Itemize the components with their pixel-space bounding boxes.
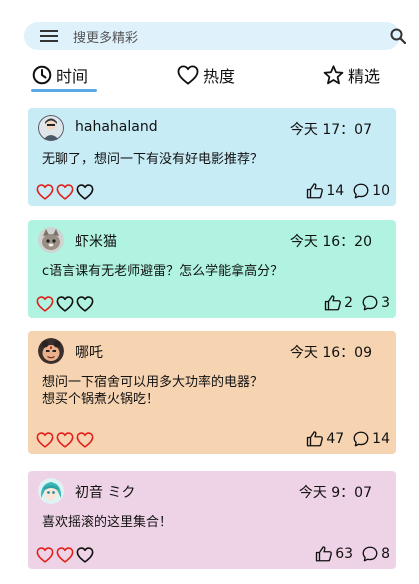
post-card[interactable]: hahahaland 今天 17：07 无聊了，想问一下有没有好电影推荐？ 14… xyxy=(28,108,396,206)
search-input[interactable]: 搜更多精彩 xyxy=(73,27,138,46)
tab-time-label: 时间 xyxy=(56,67,89,86)
thumbs-up-icon[interactable] xyxy=(315,545,333,563)
heart-filled-icon[interactable] xyxy=(36,296,54,312)
post-stats: 2 3 xyxy=(324,294,390,312)
post-time: 今天 16：09 xyxy=(289,345,372,361)
comment-icon[interactable] xyxy=(361,545,379,563)
heart-filled-icon[interactable] xyxy=(76,432,94,448)
comment-icon[interactable] xyxy=(352,430,370,448)
thumbs-up-icon[interactable] xyxy=(306,182,324,200)
heart-outline-icon[interactable] xyxy=(76,547,94,563)
post-stats: 14 10 xyxy=(306,182,390,200)
post-card[interactable]: 虾米猫 今天 16：20 c语言课有无老师避雷？怎么学能拿高分？ 2 3 xyxy=(28,220,396,318)
heart-outline-icon[interactable] xyxy=(56,296,74,312)
username[interactable]: 虾米猫 xyxy=(75,231,117,251)
heart-outline-icon[interactable] xyxy=(76,296,94,312)
search-icon[interactable] xyxy=(390,28,406,44)
hamburger-menu-icon[interactable] xyxy=(40,30,58,42)
heart-filled-icon[interactable] xyxy=(36,184,54,200)
heart-rating[interactable] xyxy=(36,432,94,448)
like-count: 47 xyxy=(326,431,345,447)
avatar-image xyxy=(38,338,64,364)
tab-time[interactable]: 时间 xyxy=(32,62,88,88)
comment-count: 3 xyxy=(381,295,390,311)
avatar[interactable] xyxy=(38,115,64,141)
avatar-image xyxy=(38,478,64,504)
heart-outline-icon xyxy=(177,65,199,85)
comment-icon[interactable] xyxy=(352,182,370,200)
avatar[interactable] xyxy=(38,227,64,253)
thumbs-up-icon[interactable] xyxy=(324,294,342,312)
heart-rating[interactable] xyxy=(36,547,94,563)
post-content: 想问一下宿舍可以用多大功率的电器？ 想买个锅煮火锅吃！ xyxy=(42,375,264,407)
like-count: 63 xyxy=(335,546,354,562)
heart-filled-icon[interactable] xyxy=(56,432,74,448)
username[interactable]: 哪吒 xyxy=(75,342,103,362)
post-time: 今天 16：20 xyxy=(289,234,372,250)
comment-icon[interactable] xyxy=(361,294,379,312)
search-bar[interactable]: 搜更多精彩 xyxy=(24,22,406,50)
heart-rating[interactable] xyxy=(36,296,94,312)
tab-featured-label: 精选 xyxy=(348,67,381,86)
clock-icon xyxy=(32,65,52,85)
comment-count: 14 xyxy=(372,431,390,447)
heart-filled-icon[interactable] xyxy=(56,184,74,200)
heart-outline-icon[interactable] xyxy=(76,184,94,200)
active-tab-underline xyxy=(31,89,97,92)
comment-count: 8 xyxy=(381,546,390,562)
post-time: 今天 9：07 xyxy=(298,485,372,501)
avatar-image xyxy=(38,115,64,141)
thumbs-up-icon[interactable] xyxy=(306,430,324,448)
like-count: 14 xyxy=(326,183,345,199)
post-card[interactable]: 哪吒 今天 16：09 想问一下宿舍可以用多大功率的电器？ 想买个锅煮火锅吃！ … xyxy=(28,331,396,454)
post-card[interactable]: 初音 ミク 今天 9：07 喜欢摇滚的这里集合！ 63 8 xyxy=(28,471,396,569)
avatar[interactable] xyxy=(38,478,64,504)
username[interactable]: hahahaland xyxy=(75,119,158,135)
star-outline-icon xyxy=(323,65,344,85)
post-content: 喜欢摇滚的这里集合！ xyxy=(42,515,173,530)
post-stats: 47 14 xyxy=(306,430,390,448)
post-content: 无聊了，想问一下有没有好电影推荐？ xyxy=(42,152,264,167)
post-stats: 63 8 xyxy=(315,545,390,563)
post-content: c语言课有无老师避雷？怎么学能拿高分？ xyxy=(42,264,284,279)
heart-filled-icon[interactable] xyxy=(36,547,54,563)
heart-filled-icon[interactable] xyxy=(56,547,74,563)
heart-rating[interactable] xyxy=(36,184,94,200)
tab-featured[interactable]: 精选 xyxy=(323,62,380,88)
tab-popularity[interactable]: 热度 xyxy=(177,62,235,88)
username[interactable]: 初音 ミク xyxy=(75,482,135,502)
post-time: 今天 17：07 xyxy=(289,122,372,138)
heart-filled-icon[interactable] xyxy=(36,432,54,448)
avatar-image xyxy=(38,227,64,253)
avatar[interactable] xyxy=(38,338,64,364)
comment-count: 10 xyxy=(372,183,390,199)
like-count: 2 xyxy=(344,295,354,311)
tab-popularity-label: 热度 xyxy=(203,67,236,86)
